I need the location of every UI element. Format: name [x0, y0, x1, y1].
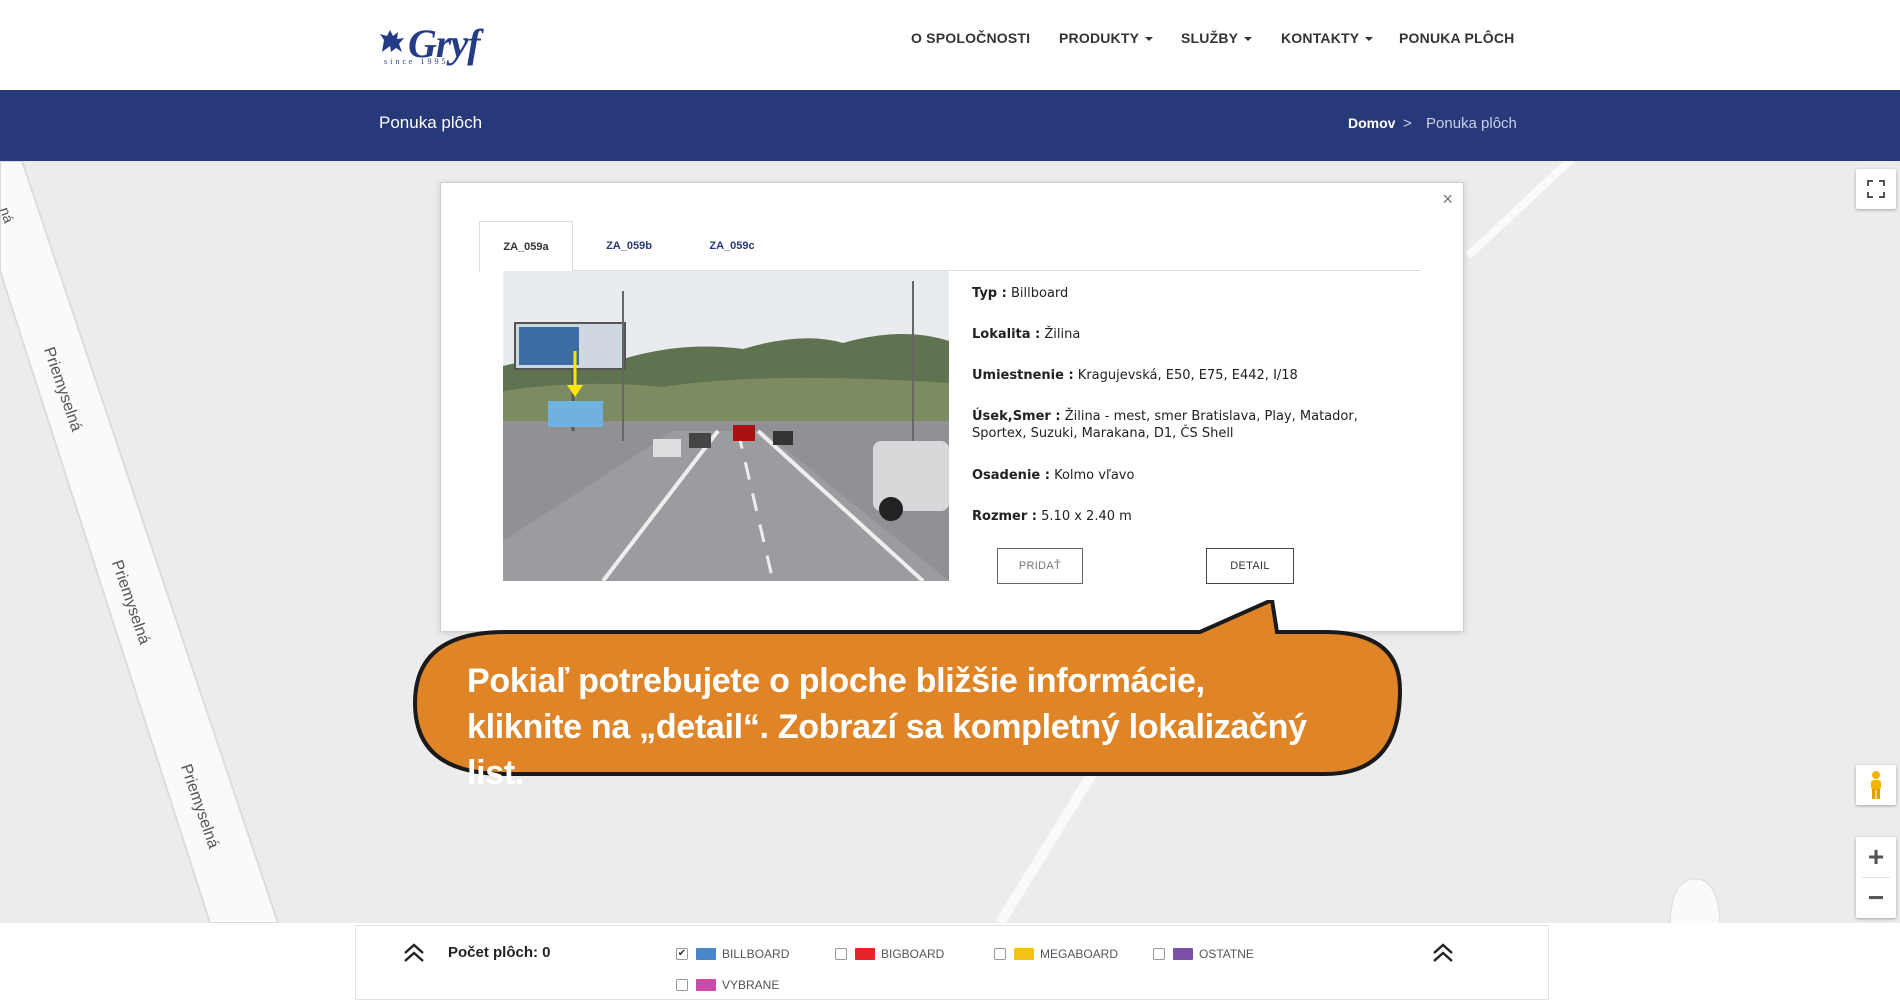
nav-o-spolocnosti[interactable]: O SPOLOČNOSTI [911, 30, 1030, 46]
caret-down-icon [1244, 37, 1253, 42]
field-osadenie: Osadenie : Kolmo vľavo [972, 468, 1135, 483]
checkbox-billboard[interactable]: ✔ [676, 948, 688, 960]
caret-down-icon [1145, 37, 1154, 42]
tab-za-059b[interactable]: ZA_059b [582, 221, 676, 271]
tab-za-059c[interactable]: ZA_059c [685, 221, 779, 271]
field-usek-smer: Úsek,Smer : Žilina - mest, smer Bratisla… [972, 409, 1358, 441]
checkbox-bigboard[interactable] [835, 948, 847, 960]
checkbox-vybrane[interactable] [676, 979, 688, 991]
zoom-out-button[interactable]: − [1856, 878, 1896, 918]
detail-button[interactable]: DETAIL [1206, 548, 1294, 584]
legend-bigboard[interactable]: BIGBOARD [835, 947, 944, 961]
location-tabs: ZA_059a ZA_059b ZA_059c [479, 221, 1421, 272]
nav-ponuka-ploch[interactable]: PONUKA PLÔCH [1399, 30, 1514, 46]
field-umiestnenie: Umiestnenie : Kragujevská, E50, E75, E44… [972, 368, 1298, 383]
checkbox-ostatne[interactable] [1153, 948, 1165, 960]
close-icon[interactable]: × [1442, 189, 1453, 210]
breadcrumb-current: Ponuka plôch [1426, 115, 1517, 132]
swatch-ostatne [1173, 948, 1193, 960]
double-chevron-up-icon[interactable] [1431, 943, 1455, 963]
checkbox-megaboard[interactable] [994, 948, 1006, 960]
swatch-bigboard [855, 948, 875, 960]
page-title-band: Ponuka plôch Domov > Ponuka plôch [0, 90, 1900, 161]
field-typ: Typ : Billboard [972, 286, 1069, 301]
nav-sluzby[interactable]: SLUŽBY [1181, 30, 1253, 46]
breadcrumb-separator: > [1403, 115, 1412, 132]
swatch-billboard [696, 948, 716, 960]
add-button[interactable]: PRIDAŤ [997, 548, 1083, 584]
pegman-icon [1871, 771, 1881, 799]
street-view-pegman[interactable] [1856, 765, 1896, 805]
main-nav: O SPOLOČNOSTI PRODUKTY SLUŽBY KONTAKTY P… [0, 30, 1900, 54]
location-popup: × ZA_059a ZA_059b ZA_059c Typ: Billboar… [440, 182, 1464, 632]
bottom-filter-panel: Počet plôch: 0 ✔ BILLBOARD BIGBOARD MEGA… [355, 925, 1549, 1000]
zoom-controls: + − [1856, 837, 1896, 918]
callout-line-2: kliknite na „detail“. Zobrazí sa komplet… [467, 708, 1307, 792]
legend-ostatne[interactable]: OSTATNE [1153, 947, 1254, 961]
page-title: Ponuka plôch [379, 113, 483, 132]
callout-line-1: Pokiaľ potrebujete o ploche bližšie info… [467, 662, 1205, 700]
swatch-megaboard [1014, 948, 1034, 960]
area-count: Počet plôch: 0 [448, 944, 551, 961]
nav-produkty[interactable]: PRODUKTY [1059, 30, 1154, 46]
fullscreen-icon [1867, 180, 1885, 198]
billboard-photo [503, 271, 949, 581]
legend-megaboard[interactable]: MEGABOARD [994, 947, 1118, 961]
legend-vybrane[interactable]: VYBRANE [676, 978, 779, 992]
swatch-vybrane [696, 979, 716, 991]
breadcrumb-home[interactable]: Domov [1348, 115, 1395, 131]
tab-za-059a[interactable]: ZA_059a [479, 221, 573, 272]
field-lokalita: Lokalita : Žilina [972, 327, 1081, 342]
nav-kontakty[interactable]: KONTAKTY [1281, 30, 1374, 46]
legend-billboard[interactable]: ✔ BILLBOARD [676, 947, 789, 961]
callout-text: Pokiaľ potrebujete o ploche bližšie info… [467, 658, 1367, 796]
caret-down-icon [1365, 37, 1374, 42]
logo-since: since 1995 [384, 57, 449, 66]
fullscreen-button[interactable] [1856, 169, 1896, 209]
zoom-in-button[interactable]: + [1856, 837, 1896, 877]
field-rozmer: Rozmer : 5.10 x 2.40 m [972, 509, 1132, 524]
double-chevron-up-icon[interactable] [402, 943, 426, 963]
top-header: Gryf since 1995 O SPOLOČNOSTI PRODUKTY S… [0, 0, 1900, 90]
